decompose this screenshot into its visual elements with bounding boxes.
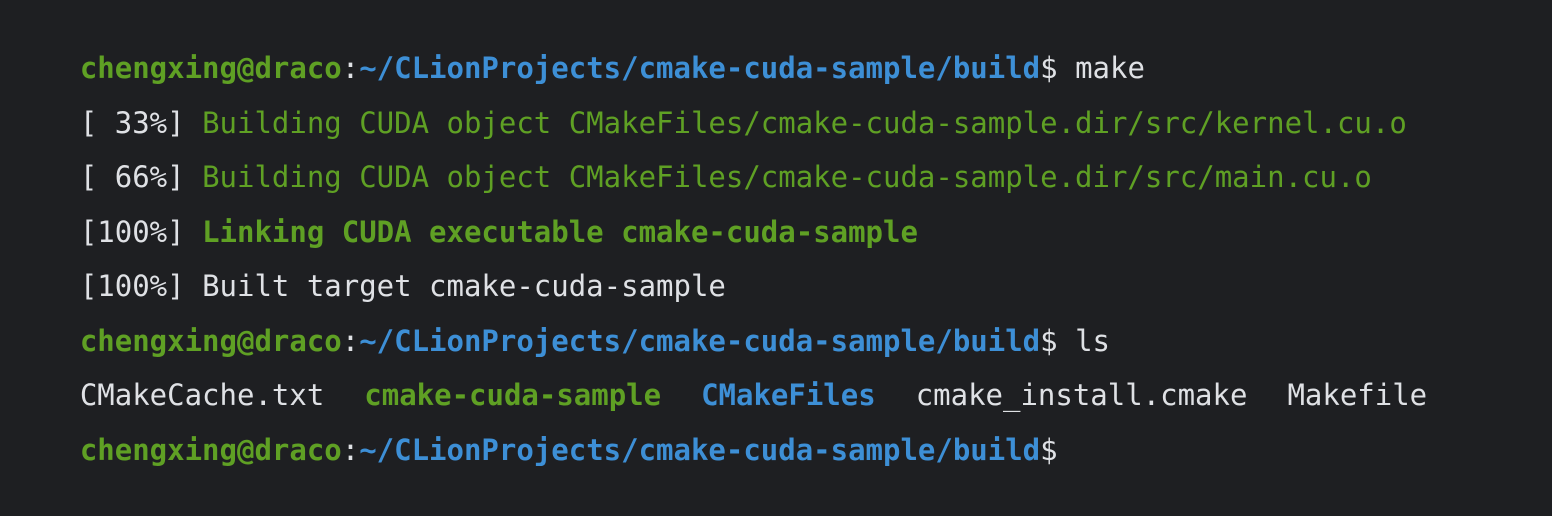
prompt-line-make: chengxing@draco:~/CLionProjects/cmake-cu… bbox=[10, 2, 1552, 85]
command-text: make bbox=[1057, 51, 1145, 85]
build-message: Building CUDA object CMakeFiles/cmake-cu… bbox=[202, 160, 1372, 194]
build-message: Linking CUDA executable cmake-cuda-sampl… bbox=[202, 214, 918, 249]
prompt-colon: : bbox=[341, 432, 360, 467]
prompt-user-host: chengxing@draco bbox=[79, 432, 342, 467]
prompt-path: ~/CLionProjects/cmake-cuda-sample/build bbox=[359, 323, 1041, 358]
prompt-symbol: $ bbox=[1040, 323, 1058, 358]
ls-file: CMakeCache.txt bbox=[79, 378, 325, 412]
build-percent: [100%] bbox=[79, 214, 185, 249]
prompt-colon: : bbox=[341, 323, 360, 358]
ls-directory: CMakeFiles bbox=[701, 378, 876, 412]
prompt-symbol: $ bbox=[1040, 432, 1058, 467]
ls-file: Makefile bbox=[1287, 378, 1428, 412]
prompt-user-host: chengxing@draco bbox=[79, 51, 342, 85]
build-percent: [100%] bbox=[79, 269, 185, 303]
build-message: Building CUDA object CMakeFiles/cmake-cu… bbox=[202, 105, 1407, 140]
ls-executable: cmake-cuda-sample bbox=[364, 378, 662, 412]
build-percent: [ 33%] bbox=[79, 105, 185, 140]
terminal-window[interactable]: chengxing@draco:~/CLionProjects/cmake-cu… bbox=[0, 0, 1552, 467]
prompt-path: ~/CLionProjects/cmake-cuda-sample/build bbox=[359, 432, 1041, 467]
build-message: Built target cmake-cuda-sample bbox=[202, 269, 726, 303]
ls-file: cmake_install.cmake bbox=[915, 378, 1248, 412]
command-text: ls bbox=[1057, 323, 1110, 358]
build-percent: [ 66%] bbox=[79, 160, 185, 194]
prompt-user-host: chengxing@draco bbox=[79, 323, 342, 358]
prompt-symbol: $ bbox=[1040, 51, 1058, 85]
prompt-colon: : bbox=[341, 51, 360, 85]
prompt-path: ~/CLionProjects/cmake-cuda-sample/build bbox=[359, 51, 1041, 85]
